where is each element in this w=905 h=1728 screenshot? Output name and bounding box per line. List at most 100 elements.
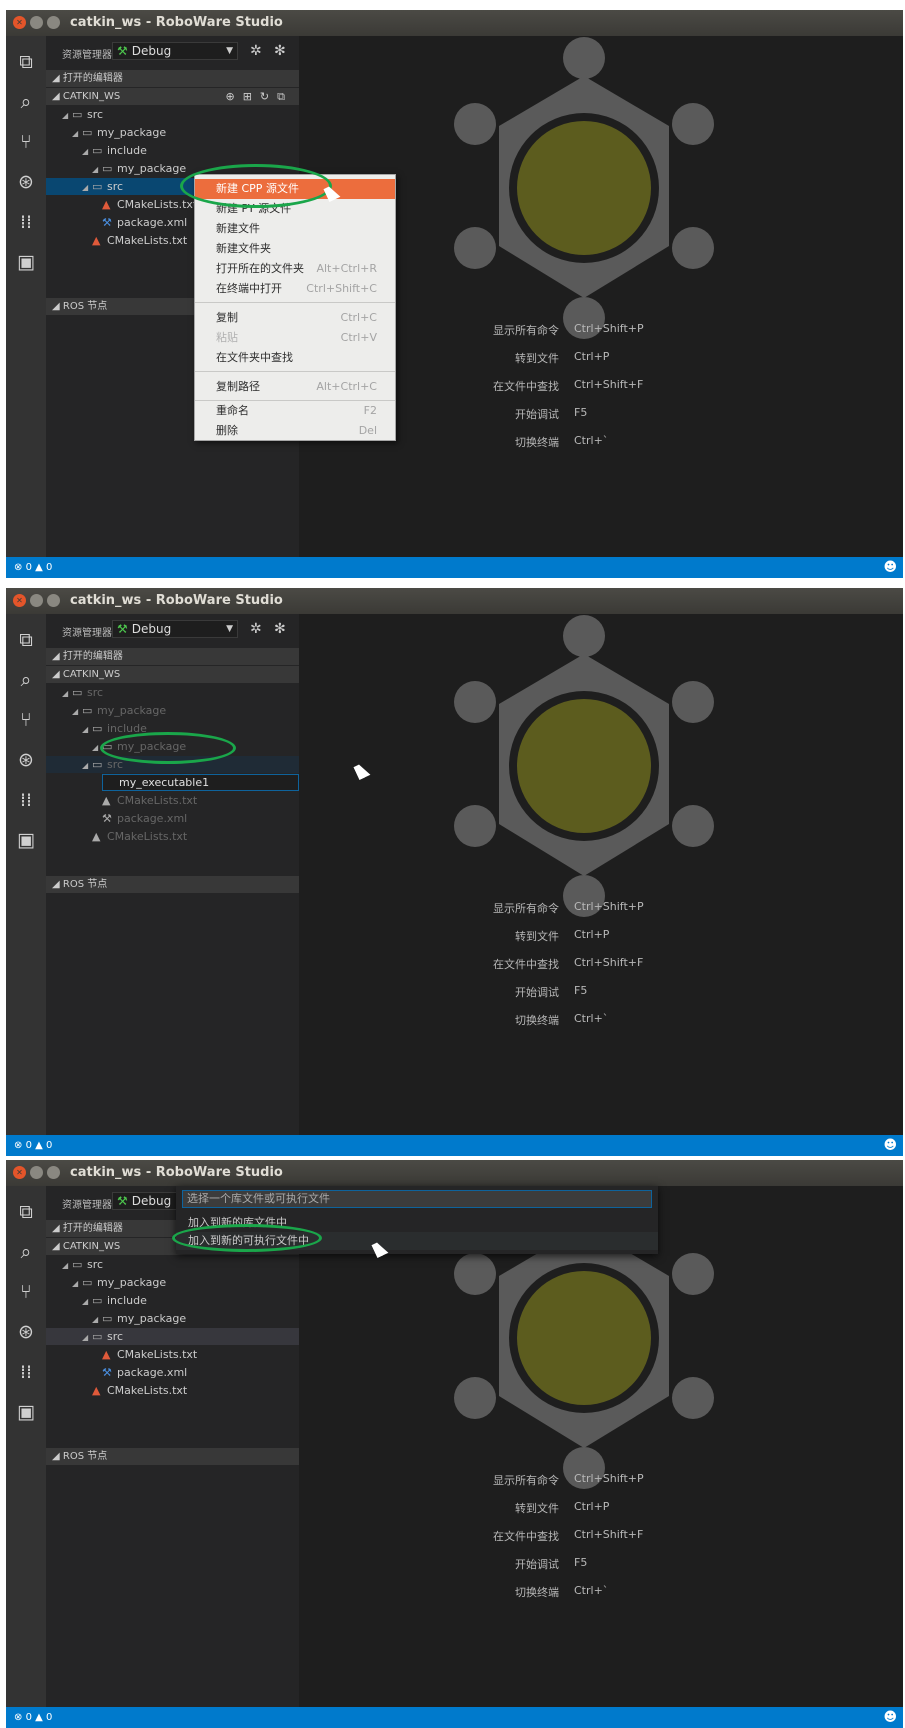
explorer-icon[interactable]: ⧉ — [14, 50, 38, 74]
command-row[interactable]: 开始调试 F5 — [299, 1556, 903, 1576]
build-config-select[interactable]: ⚒ Debug ▼ — [112, 42, 238, 60]
feedback-smiley-icon[interactable]: ☻ — [883, 557, 897, 578]
warning-count[interactable]: 0 — [46, 1712, 52, 1723]
new-file-name-input[interactable]: my_executable1 — [102, 774, 299, 791]
close-window-button[interactable]: ✕ — [13, 16, 26, 29]
maximize-window-button[interactable] — [47, 594, 60, 607]
tree-item-include[interactable]: ◢ ▭ include — [46, 1292, 299, 1309]
extensions-grid-icon[interactable]: ⁞⁞ — [14, 210, 38, 234]
menu-item-rename[interactable]: 重命名 F2 — [195, 401, 395, 421]
tree-item-src[interactable]: ◢ ▭ src — [46, 1256, 299, 1273]
advanced-settings-gear-icon[interactable]: ✻ — [274, 43, 286, 59]
tree-item-cmakelists-root[interactable]: ▲ CMakeLists.txt — [46, 828, 299, 845]
tree-item-my-package-inner[interactable]: ◢ ▭ my_package — [46, 1310, 299, 1327]
error-count[interactable]: 0 — [26, 1712, 32, 1723]
tree-item-src-inner[interactable]: ◢ ▭ src — [46, 1328, 299, 1345]
workspace-section[interactable]: ◢ CATKIN_WS — [46, 666, 299, 683]
quick-pick-input[interactable]: 选择一个库文件或可执行文件 — [182, 1190, 652, 1208]
warning-count[interactable]: 0 — [46, 562, 52, 573]
tree-item-my-package[interactable]: ◢ ▭ my_package — [46, 1274, 299, 1291]
feedback-smiley-icon[interactable]: ☻ — [883, 1135, 897, 1156]
maximize-window-button[interactable] — [47, 16, 60, 29]
tree-item-my-package[interactable]: ◢ ▭ my_package — [46, 124, 299, 141]
error-icon[interactable]: ⊗ — [14, 1140, 22, 1151]
minimize-window-button[interactable] — [30, 594, 43, 607]
error-count[interactable]: 0 — [26, 1140, 32, 1151]
command-row[interactable]: 显示所有命令 Ctrl+Shift+P — [299, 900, 903, 920]
menu-item-new-file[interactable]: 新建文件 — [195, 219, 395, 239]
tree-item-label: my_package — [117, 162, 187, 175]
menu-item-new-folder[interactable]: 新建文件夹 — [195, 239, 395, 259]
settings-gear-icon[interactable]: ✲ — [250, 43, 262, 59]
search-icon[interactable]: ⌕ — [14, 1240, 38, 1264]
tree-item-src[interactable]: ◢ ▭ src — [46, 684, 299, 701]
tree-item-my-package[interactable]: ◢ ▭ my_package — [46, 702, 299, 719]
tree-item-cmakelists-inner[interactable]: ▲ CMakeLists.txt — [46, 1346, 299, 1363]
explorer-icon[interactable]: ⧉ — [14, 628, 38, 652]
tree-item-package-xml[interactable]: ⚒ package.xml — [46, 1364, 299, 1381]
menu-item-paste[interactable]: 粘贴 Ctrl+V — [195, 328, 395, 348]
source-control-icon[interactable]: ⑂ — [14, 1280, 38, 1304]
extensions-grid-icon[interactable]: ⁞⁞ — [14, 788, 38, 812]
ros-icon[interactable]: ▣ — [14, 828, 38, 852]
command-row[interactable]: 切换终端 Ctrl+` — [299, 1584, 903, 1604]
command-row[interactable]: 切换终端 Ctrl+` — [299, 1012, 903, 1032]
search-icon[interactable]: ⌕ — [14, 668, 38, 692]
source-control-icon[interactable]: ⑂ — [14, 130, 38, 154]
feedback-smiley-icon[interactable]: ☻ — [883, 1707, 897, 1728]
command-row[interactable]: 转到文件 Ctrl+P — [299, 928, 903, 948]
minimize-window-button[interactable] — [30, 1166, 43, 1179]
build-config-select[interactable]: ⚒ Debug ▼ — [112, 620, 238, 638]
debug-icon[interactable]: ⊛ — [14, 1320, 38, 1344]
menu-item-copy[interactable]: 复制 Ctrl+C — [195, 308, 395, 328]
settings-gear-icon[interactable]: ✲ — [250, 621, 262, 637]
close-window-button[interactable]: ✕ — [13, 594, 26, 607]
command-row[interactable]: 转到文件 Ctrl+P — [299, 1500, 903, 1520]
warning-icon[interactable]: ▲ — [35, 562, 43, 573]
command-key: Ctrl+Shift+P — [574, 1472, 644, 1485]
ros-icon[interactable]: ▣ — [14, 250, 38, 274]
menu-item-label: 新建文件 — [216, 222, 260, 235]
workspace-section[interactable]: ◢ CATKIN_WS ⊕⊞↻⧉ — [46, 88, 299, 105]
ros-nodes-section[interactable]: ◢ ROS 节点 — [46, 1448, 299, 1465]
command-row[interactable]: 开始调试 F5 — [299, 984, 903, 1004]
debug-icon[interactable]: ⊛ — [14, 748, 38, 772]
menu-item-open-terminal[interactable]: 在终端中打开 Ctrl+Shift+C — [195, 279, 395, 299]
search-icon[interactable]: ⌕ — [14, 90, 38, 114]
command-row[interactable]: 在文件中查找 Ctrl+Shift+F — [299, 956, 903, 976]
menu-item-copy-path[interactable]: 复制路径 Alt+Ctrl+C — [195, 377, 395, 397]
warning-count[interactable]: 0 — [46, 1140, 52, 1151]
close-window-button[interactable]: ✕ — [13, 1166, 26, 1179]
debug-icon[interactable]: ⊛ — [14, 170, 38, 194]
folder-icon: ▭ — [92, 722, 103, 735]
ros-nodes-section[interactable]: ◢ ROS 节点 — [46, 876, 299, 893]
menu-item-find-in-folder[interactable]: 在文件夹中查找 — [195, 348, 395, 368]
warning-icon[interactable]: ▲ — [35, 1712, 43, 1723]
menu-item-open-folder[interactable]: 打开所在的文件夹 Alt+Ctrl+R — [195, 259, 395, 279]
tree-item-src[interactable]: ◢ ▭ src — [46, 106, 299, 123]
extensions-grid-icon[interactable]: ⁞⁞ — [14, 1360, 38, 1384]
tree-item-cmakelists-inner[interactable]: ▲ CMakeLists.txt — [46, 792, 299, 809]
menu-item-delete[interactable]: 删除 Del — [195, 421, 395, 441]
open-editors-section[interactable]: ◢ 打开的编辑器 — [46, 648, 299, 665]
error-icon[interactable]: ⊗ — [14, 1712, 22, 1723]
open-editors-section[interactable]: ◢ 打开的编辑器 — [46, 70, 299, 87]
tree-item-package-xml[interactable]: ⚒ package.xml — [46, 810, 299, 827]
workspace-actions[interactable]: ⊕⊞↻⧉ — [225, 88, 293, 105]
error-icon[interactable]: ⊗ — [14, 562, 22, 573]
maximize-window-button[interactable] — [47, 1166, 60, 1179]
ros-icon[interactable]: ▣ — [14, 1400, 38, 1424]
tree-item-label: src — [107, 180, 124, 193]
explorer-icon[interactable]: ⧉ — [14, 1200, 38, 1224]
error-count[interactable]: 0 — [26, 562, 32, 573]
source-control-icon[interactable]: ⑂ — [14, 708, 38, 732]
menu-item-label: 重命名 — [216, 404, 249, 417]
command-row[interactable]: 在文件中查找 Ctrl+Shift+F — [299, 1528, 903, 1548]
minimize-window-button[interactable] — [30, 16, 43, 29]
warning-icon[interactable]: ▲ — [35, 1140, 43, 1151]
tree-item-cmakelists-root[interactable]: ▲ CMakeLists.txt — [46, 1382, 299, 1399]
tree-item-include[interactable]: ◢ ▭ include — [46, 142, 299, 159]
command-row[interactable]: 显示所有命令 Ctrl+Shift+P — [299, 1472, 903, 1492]
command-key: Ctrl+` — [574, 1584, 609, 1597]
advanced-settings-gear-icon[interactable]: ✻ — [274, 621, 286, 637]
